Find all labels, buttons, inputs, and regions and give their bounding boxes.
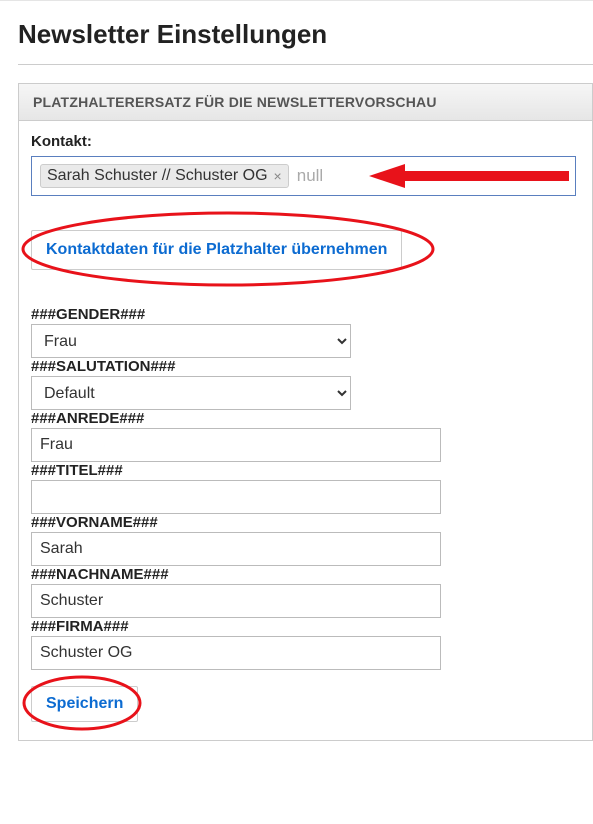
vorname-label: ###VORNAME### xyxy=(31,514,576,531)
contact-picker[interactable]: Sarah Schuster // Schuster OG × null xyxy=(31,156,576,196)
salutation-label: ###SALUTATION### xyxy=(31,358,576,375)
nachname-label: ###NACHNAME### xyxy=(31,566,576,583)
titel-input[interactable] xyxy=(31,480,441,514)
divider xyxy=(18,64,593,65)
panel-header: PLATZHALTERERSATZ FÜR DIE NEWSLETTERVORS… xyxy=(19,84,592,121)
salutation-select[interactable]: Default xyxy=(31,376,351,410)
contact-chip-text: Sarah Schuster // Schuster OG xyxy=(47,167,268,185)
vorname-input[interactable] xyxy=(31,532,441,566)
titel-label: ###TITEL### xyxy=(31,462,576,479)
apply-contact-button[interactable]: Kontaktdaten für die Platzhalter überneh… xyxy=(31,230,402,270)
placeholder-panel: PLATZHALTERERSATZ FÜR DIE NEWSLETTERVORS… xyxy=(18,83,593,741)
gender-select[interactable]: Frau xyxy=(31,324,351,358)
anrede-input[interactable] xyxy=(31,428,441,462)
gender-label: ###GENDER### xyxy=(31,306,576,323)
page-title: Newsletter Einstellungen xyxy=(18,19,593,50)
anrede-label: ###ANREDE### xyxy=(31,410,576,427)
contact-chip: Sarah Schuster // Schuster OG × xyxy=(40,164,289,188)
nachname-input[interactable] xyxy=(31,584,441,618)
save-button[interactable]: Speichern xyxy=(31,686,138,722)
contact-label: Kontakt: xyxy=(31,133,576,150)
contact-null-text: null xyxy=(297,166,323,186)
firma-label: ###FIRMA### xyxy=(31,618,576,635)
firma-input[interactable] xyxy=(31,636,441,670)
annotation-arrow-icon xyxy=(369,161,569,191)
chip-remove-icon[interactable]: × xyxy=(274,168,282,184)
